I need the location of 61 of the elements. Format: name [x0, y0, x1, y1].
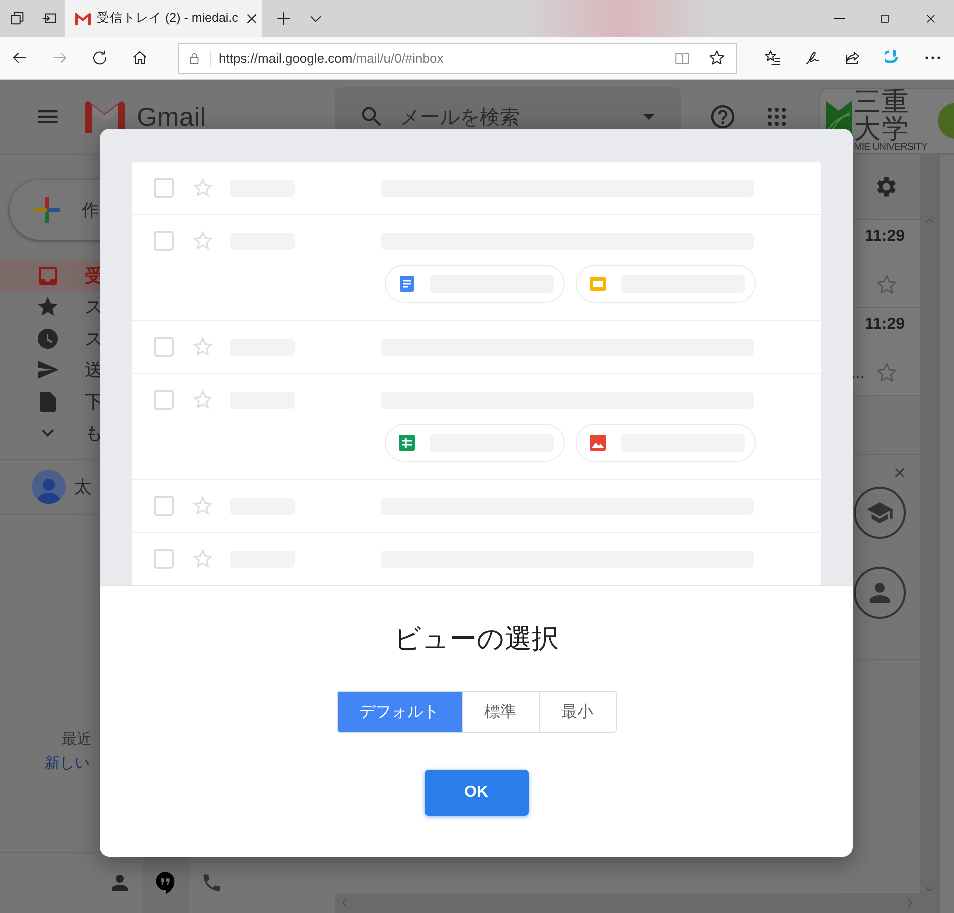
pen-icon: [804, 49, 822, 67]
checkbox-icon: [154, 337, 174, 357]
tabs-icon: [8, 10, 26, 27]
mail-time: 11:29: [864, 228, 905, 246]
home-icon: [131, 49, 149, 67]
account-name: 太: [74, 476, 92, 499]
star-icon[interactable]: [708, 49, 726, 67]
spreadsheet-icon: [397, 433, 417, 453]
apps-icon: [765, 105, 789, 129]
refresh-icon: [91, 49, 109, 67]
url-text: https://mail.google.com/mail/u/0/#inbox: [210, 50, 674, 66]
checkbox-icon: [154, 231, 174, 251]
checkbox-icon: [154, 390, 174, 410]
nav-item[interactable]: 下: [0, 386, 325, 418]
image-icon: [588, 433, 608, 453]
mail-time: 11:29: [864, 316, 905, 334]
clock-icon: [36, 326, 60, 351]
phone-icon: [201, 872, 223, 894]
checkbox-icon: [154, 549, 174, 569]
star-icon: [192, 548, 214, 570]
nav-item[interactable]: も: [0, 418, 325, 449]
star-icon: [192, 336, 214, 358]
vertical-scrollbar[interactable]: [920, 155, 940, 913]
apps-button[interactable]: [765, 105, 789, 129]
star-icon: [192, 495, 214, 517]
help-icon: [709, 103, 737, 131]
plus-icon: [34, 197, 60, 223]
caret-icon: [643, 114, 655, 120]
nav-item[interactable]: ス: [0, 292, 325, 323]
horizontal-scrollbar[interactable]: [335, 893, 920, 913]
snippet-text: …: [851, 365, 865, 381]
addon-button[interactable]: [854, 487, 906, 539]
help-button[interactable]: [709, 103, 737, 131]
favorites-icon: [764, 49, 782, 67]
nav-item[interactable]: ス: [0, 323, 325, 354]
slides-icon: [588, 274, 608, 294]
gmail-logo-icon: [75, 12, 91, 24]
minimize-icon: [834, 18, 844, 20]
nav-item[interactable]: 送: [0, 354, 325, 386]
star-icon: [192, 230, 214, 252]
checkbox-icon: [154, 178, 174, 198]
hangouts-note: 最近: [61, 730, 93, 749]
plus-icon: [275, 10, 293, 28]
browser-tab[interactable]: 受信トレイ (2) - miedai.c: [65, 0, 262, 37]
star-icon[interactable]: [875, 273, 899, 297]
more-icon: [925, 56, 941, 60]
dialog-title: ビューの選択: [394, 623, 559, 656]
view-option-tab[interactable]: 最小: [538, 692, 616, 732]
tab-title: 受信トレイ (2) - miedai.c: [97, 10, 238, 27]
emblem-icon: [938, 103, 954, 139]
address-bar[interactable]: https://mail.google.com/mail/u/0/#inbox: [178, 42, 737, 74]
document-icon: [397, 274, 417, 294]
star-icon: [192, 177, 214, 199]
star-icon: [192, 389, 214, 411]
star-icon[interactable]: [875, 361, 899, 385]
view-option-tab[interactable]: デフォルト: [338, 692, 462, 732]
university-subtitle: MIE UNIVERSITY: [854, 143, 929, 153]
avatar-icon[interactable]: [32, 470, 66, 504]
ok-button[interactable]: OK: [424, 770, 528, 816]
checkbox-icon: [154, 496, 174, 516]
gmail-logo-text: Gmail: [137, 102, 206, 132]
